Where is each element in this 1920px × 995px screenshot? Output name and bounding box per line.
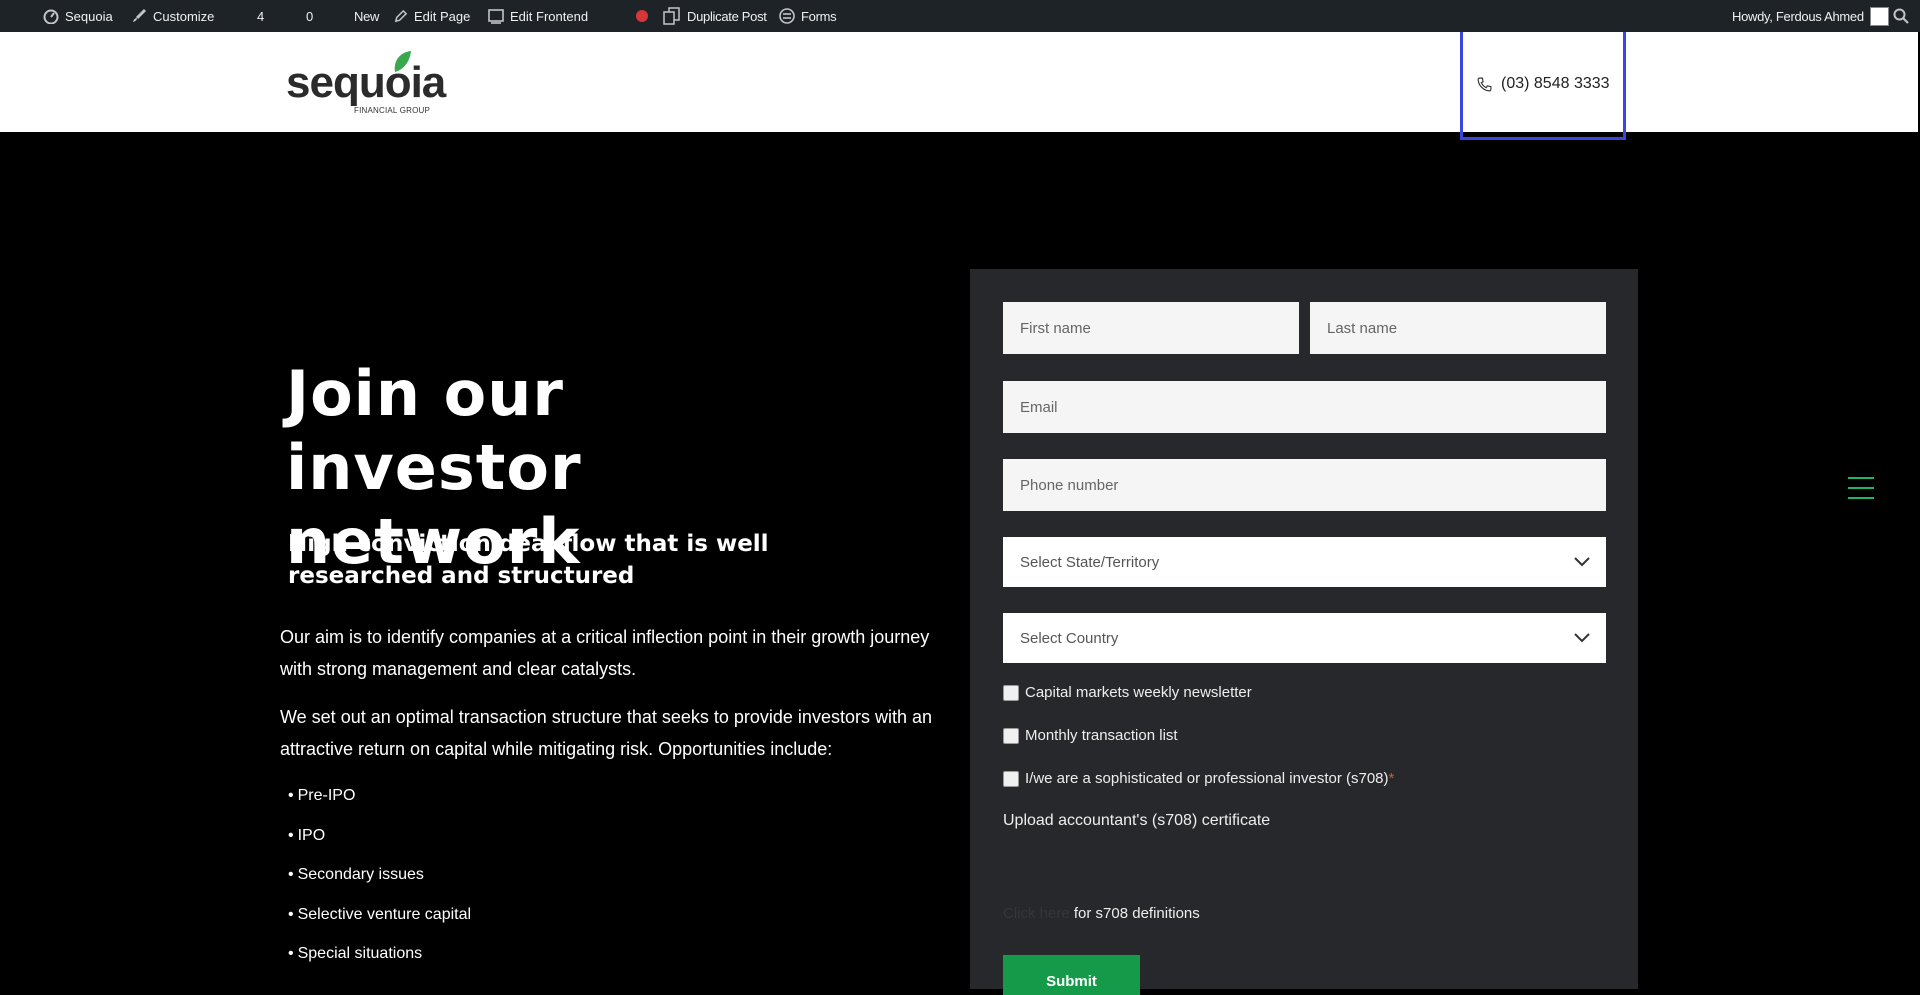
forms-label: Forms <box>801 8 837 24</box>
newsletter-option: Capital markets weekly newsletter <box>1003 684 1252 701</box>
transactions-label: Monthly transaction list <box>1025 727 1178 744</box>
site-name-label: Sequoia <box>65 8 113 24</box>
newsletter-checkbox[interactable] <box>1003 684 1019 701</box>
state-select-value: Select State/Territory <box>1020 553 1160 571</box>
forms-menu[interactable]: Forms <box>779 0 837 32</box>
list-item: Secondary issues <box>288 861 471 901</box>
upload-certificate-label: Upload accountant's (s708) certificate <box>1003 812 1271 829</box>
pencil-icon <box>394 9 408 22</box>
duplicate-post-label: Duplicate Post <box>687 8 767 24</box>
duplicate-icon <box>663 7 680 25</box>
structure-paragraph: We set out an optimal transaction struct… <box>280 707 932 759</box>
site-logo[interactable]: sequoia FINANCIAL GROUP <box>286 50 446 115</box>
state-select[interactable]: Select State/Territory <box>1003 537 1606 587</box>
hero-subtitle: High-conviction deal flow that is well r… <box>288 531 769 589</box>
list-item: IPO <box>288 822 471 862</box>
customize-link[interactable]: Customize <box>131 0 214 32</box>
frontend-editor-icon <box>488 8 504 24</box>
logo-wordmark: sequoia <box>286 58 446 107</box>
edit-frontend-link[interactable]: Edit Frontend <box>488 0 588 32</box>
list-item: Selective venture capital <box>288 901 471 941</box>
new-content-menu[interactable]: New <box>354 0 379 32</box>
chevron-down-icon <box>1574 557 1590 567</box>
transactions-option: Monthly transaction list <box>1003 727 1178 744</box>
comments-count: 0 <box>306 8 314 24</box>
chevron-down-icon <box>1574 633 1590 643</box>
required-marker: * <box>1388 770 1395 787</box>
investor-checkbox[interactable] <box>1003 770 1019 787</box>
phone-icon <box>1477 77 1492 91</box>
brush-icon <box>133 8 147 22</box>
updates-link[interactable]: 4 <box>257 0 264 32</box>
my-account-menu[interactable]: Howdy, Ferdous Ahmed <box>1732 0 1889 32</box>
newsletter-label: Capital markets weekly newsletter <box>1025 684 1252 701</box>
definitions-text: for s708 definitions <box>1069 905 1200 922</box>
site-name-menu[interactable]: Sequoia <box>43 0 113 32</box>
logo-subtext: FINANCIAL GROUP <box>354 106 431 115</box>
opportunities-list: Pre-IPO IPO Secondary issues Selective v… <box>288 782 471 980</box>
duplicate-post-link[interactable]: Duplicate Post <box>663 0 767 32</box>
comments-link[interactable]: 0 <box>306 0 313 32</box>
edit-frontend-label: Edit Frontend <box>510 8 589 24</box>
menu-toggle-icon[interactable] <box>1848 477 1874 499</box>
phone-field[interactable]: Phone number <box>1003 459 1606 511</box>
dashboard-icon <box>43 9 59 24</box>
investor-label: I/we are a sophisticated or professional… <box>1025 770 1389 787</box>
edit-page-label: Edit Page <box>414 8 471 24</box>
list-item: Special situations <box>288 940 471 980</box>
investor-option: I/we are a sophisticated or professional… <box>1003 770 1394 787</box>
avatar <box>1869 6 1889 26</box>
site-header: sequoia FINANCIAL GROUP <box>0 32 1920 132</box>
header-phone-link[interactable]: (03) 8548 3333 <box>1476 75 1610 93</box>
definitions-link[interactable]: Click here <box>1003 905 1070 922</box>
status-dot-item[interactable] <box>636 0 648 32</box>
new-label: New <box>354 8 380 24</box>
customize-label: Customize <box>153 8 215 24</box>
definitions-line: Click here for s708 definitions <box>1003 905 1200 922</box>
first-name-field[interactable]: First name <box>1003 302 1299 354</box>
admin-bar: Sequoia Customize 4 0 New Edit Page Edit… <box>0 0 1920 32</box>
list-item: Pre-IPO <box>288 782 471 822</box>
email-field[interactable]: Email <box>1003 381 1606 433</box>
edit-page-link[interactable]: Edit Page <box>393 0 470 32</box>
transactions-checkbox[interactable] <box>1003 727 1019 744</box>
last-name-field[interactable]: Last name <box>1310 302 1606 354</box>
admin-search-button[interactable] <box>1893 0 1915 32</box>
status-dot-icon <box>636 10 648 22</box>
submit-button[interactable]: Submit <box>1003 955 1140 995</box>
updates-count: 4 <box>257 8 265 24</box>
forms-icon <box>779 8 795 24</box>
howdy-label: Howdy, Ferdous Ahmed <box>1732 8 1864 24</box>
search-icon <box>1893 8 1909 24</box>
country-select[interactable]: Select Country <box>1003 613 1606 663</box>
country-select-value: Select Country <box>1020 629 1119 647</box>
intro-paragraph: Our aim is to identify companies at a cr… <box>280 627 930 679</box>
phone-number: (03) 8548 3333 <box>1501 75 1610 92</box>
